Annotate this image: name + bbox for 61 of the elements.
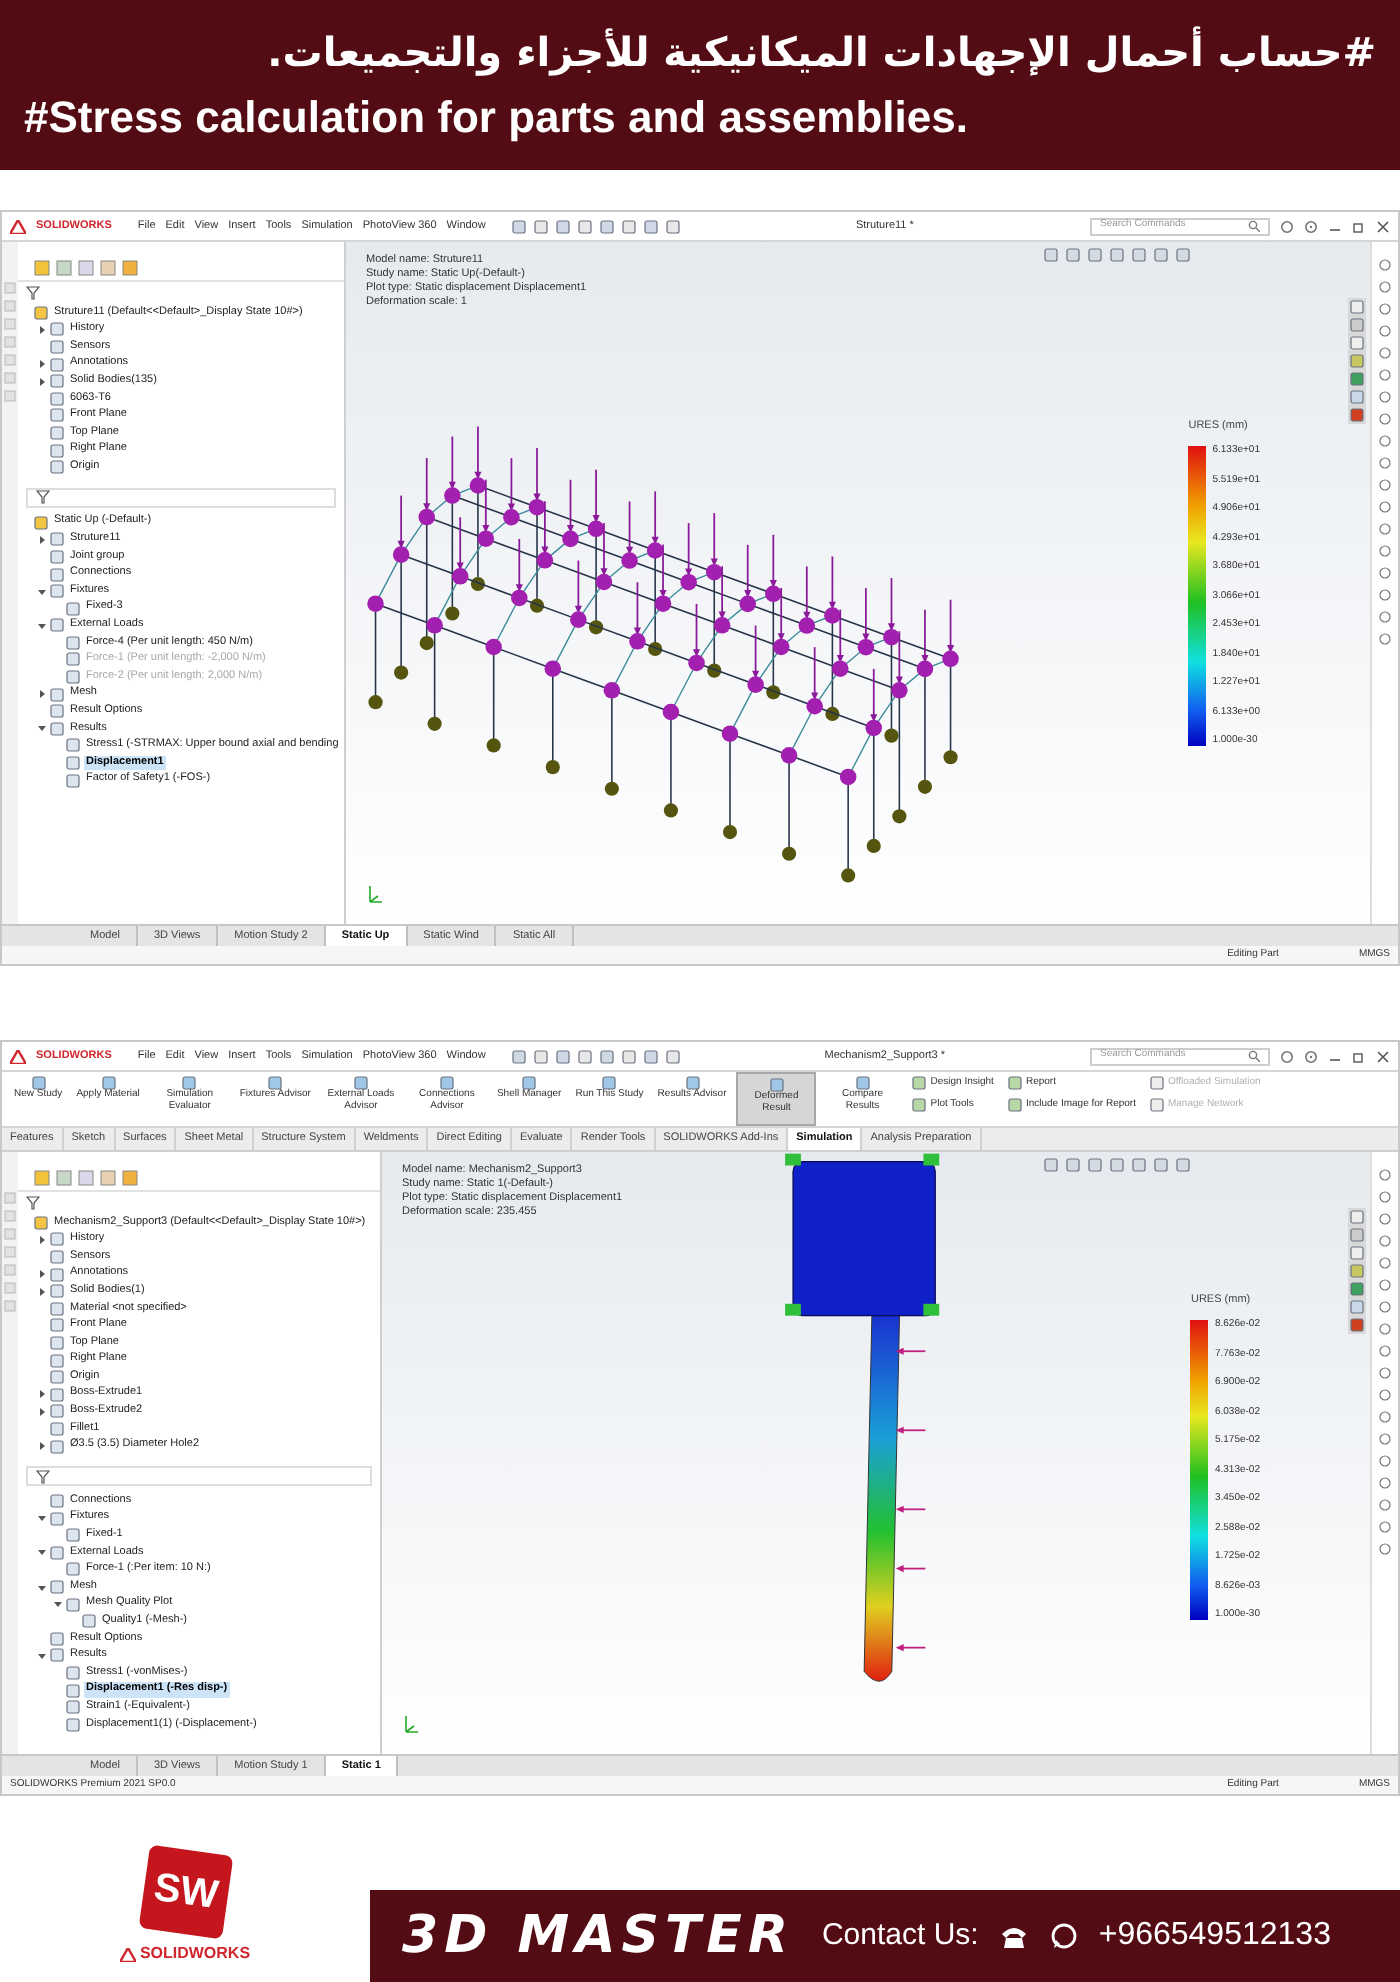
phone-icon [998, 1922, 1031, 1950]
expand-caret-icon[interactable] [38, 690, 46, 699]
contact-label: Contact Us: [821, 1915, 979, 1956]
tree-node-icon [50, 1439, 64, 1454]
tool-icon [855, 1076, 870, 1090]
tool-icon [101, 1076, 116, 1090]
tool-icon [522, 1076, 537, 1090]
filter-field[interactable] [26, 1466, 372, 1487]
filter-icon[interactable] [26, 1196, 40, 1210]
expand-caret-icon[interactable] [38, 1442, 46, 1451]
tool-icon [769, 1078, 784, 1092]
expand-caret-icon[interactable] [38, 325, 46, 334]
tool-icon [353, 1076, 368, 1090]
phone-number: +966549512133 [1098, 1916, 1331, 1956]
expand-caret-icon[interactable] [38, 1583, 46, 1592]
close-icon[interactable] [1375, 1049, 1390, 1063]
expand-caret-icon[interactable] [38, 1651, 46, 1660]
tool-icon [182, 1076, 197, 1090]
search-icon [1247, 1050, 1260, 1062]
expand-caret-icon[interactable] [38, 1235, 46, 1244]
tool-icon [31, 1076, 46, 1090]
expand-caret-icon[interactable] [38, 1407, 46, 1416]
filter-field[interactable] [26, 487, 336, 508]
brand-text: SOLIDWORKS [139, 1942, 251, 1966]
expand-caret-icon[interactable] [38, 621, 46, 630]
chat-icon [1050, 1922, 1079, 1950]
expand-caret-icon[interactable] [38, 1390, 46, 1399]
expand-caret-icon[interactable] [38, 1514, 46, 1523]
logo-icon [10, 1049, 26, 1063]
expand-caret-icon[interactable] [38, 1287, 46, 1296]
help-icon[interactable] [1303, 219, 1318, 233]
filter-icon [36, 1469, 50, 1484]
filter-icon[interactable] [26, 286, 40, 300]
settings-icon[interactable] [1279, 1049, 1294, 1063]
expand-caret-icon[interactable] [54, 1600, 62, 1609]
tool-icon [685, 1076, 700, 1090]
close-icon[interactable] [1375, 219, 1390, 233]
brand-name: 3D MASTER [402, 1903, 794, 1969]
settings-icon[interactable] [1279, 219, 1294, 233]
help-icon[interactable] [1303, 1049, 1318, 1063]
restore-icon[interactable] [1351, 219, 1366, 233]
axis-triad-icon [366, 884, 382, 904]
expand-caret-icon[interactable] [38, 587, 46, 596]
banner-subtitle: #Stress calculation for parts and assemblies. [24, 95, 970, 139]
tool-icon [602, 1076, 617, 1090]
tool-icon [439, 1076, 454, 1090]
restore-icon[interactable] [1351, 1049, 1366, 1063]
expand-caret-icon[interactable] [38, 1548, 46, 1557]
logo-icon [10, 219, 26, 233]
expand-caret-icon[interactable] [38, 377, 46, 386]
tool-icon [268, 1076, 283, 1090]
expand-caret-icon[interactable] [38, 535, 46, 544]
expand-caret-icon[interactable] [38, 1270, 46, 1279]
axis-triad-icon [402, 1714, 418, 1734]
expand-caret-icon[interactable] [38, 360, 46, 369]
logo-icon [119, 1947, 136, 1961]
filter-icon [36, 490, 50, 505]
expand-caret-icon[interactable] [38, 724, 46, 733]
logo-cube: SW [137, 1844, 233, 1940]
search-icon [1247, 220, 1260, 232]
banner-title: #حساب أحمال الإجهادات الميكانيكية للأجزاء والتجميعات. [265, 31, 1376, 71]
